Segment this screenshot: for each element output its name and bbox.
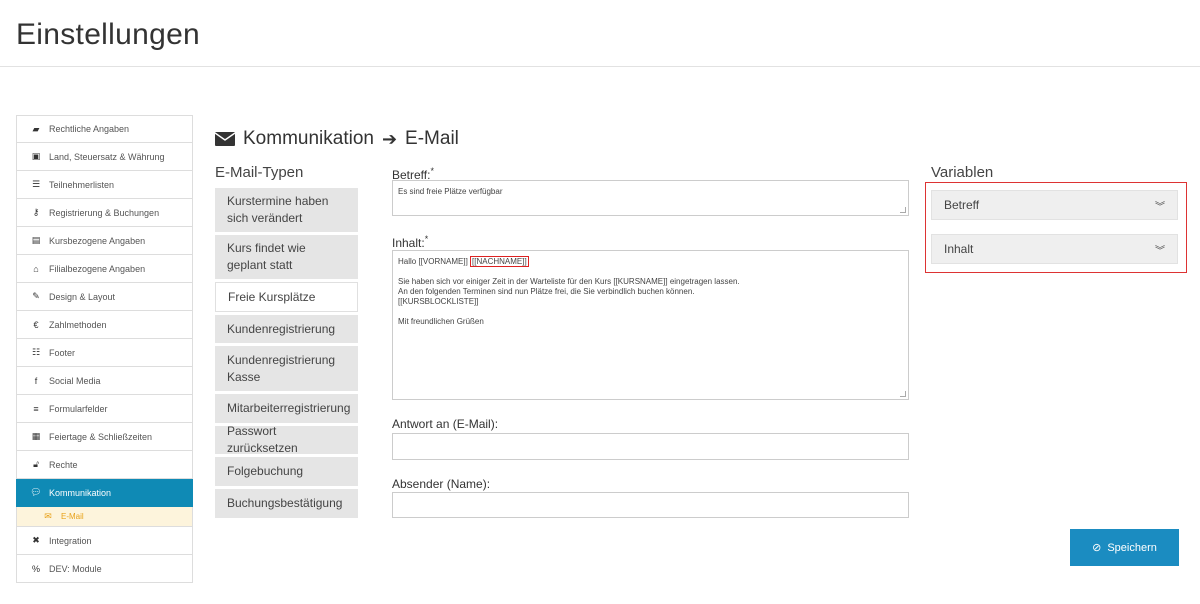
content-line: An den folgenden Terminen sind nun Plätz… xyxy=(398,287,695,296)
variables-title: Variablen xyxy=(931,164,994,181)
sidebar-item-design[interactable]: ✎ Design & Layout xyxy=(16,283,193,311)
comments-icon: 💬︎ xyxy=(30,487,42,497)
sidebar-item-kursbezogene[interactable]: ▤ Kursbezogene Angaben xyxy=(16,227,193,255)
sidebar-item-dev-module[interactable]: % DEV: Module xyxy=(16,555,193,583)
sender-label: Absender (Name): xyxy=(392,477,491,491)
sidebar-item-land-steuersatz[interactable]: ▣ Land, Steuersatz & Währung xyxy=(16,143,193,171)
email-type-item[interactable]: Buchungsbestätigung xyxy=(215,489,358,518)
subject-textarea[interactable]: Es sind freie Plätze verfügbar xyxy=(392,180,909,216)
envelope-icon: ✉ xyxy=(44,511,52,521)
resize-handle-icon[interactable] xyxy=(900,207,906,213)
euro-icon: € xyxy=(33,319,39,330)
title-divider xyxy=(0,66,1200,67)
variable-dropdown-betreff[interactable]: Betreff ︾ xyxy=(931,190,1178,220)
content-line: Mit freundlichen Grüßen xyxy=(398,317,484,326)
list-icon: ☰ xyxy=(31,179,41,189)
sidebar-item-rechte[interactable]: 🔓︎ Rechte xyxy=(16,451,193,479)
book-icon: ▰ xyxy=(32,123,40,134)
sidebar-item-feiertage[interactable]: ▦ Feiertage & Schließzeiten xyxy=(16,423,193,451)
money-icon: ▣ xyxy=(31,151,41,161)
arrow-right-icon: ➔ xyxy=(381,128,398,149)
sidebar-item-teilnehmerlisten[interactable]: ☰ Teilnehmerlisten xyxy=(16,171,193,199)
double-chevron-down-icon: ︾ xyxy=(1155,201,1165,213)
sidebar-item-zahlmethoden[interactable]: € Zahlmethoden xyxy=(16,311,193,339)
variable-dropdown-inhalt[interactable]: Inhalt ︾ xyxy=(931,234,1178,264)
content-line: [[KURSBLOCKLISTE]] xyxy=(398,297,479,306)
key-icon: ⚷ xyxy=(32,207,40,217)
reply-to-label: Antwort an (E-Mail): xyxy=(392,417,499,431)
email-type-item[interactable]: Kundenregistrierung xyxy=(215,315,358,343)
double-chevron-down-icon: ︾ xyxy=(1155,245,1165,257)
calendar-icon: ▦ xyxy=(31,431,41,441)
sidebar-item-registrierung[interactable]: ⚷ Registrierung & Buchungen xyxy=(16,199,193,227)
unlock-icon: 🔓︎ xyxy=(33,459,39,469)
email-type-item[interactable]: Kundenregistrierung Kasse xyxy=(215,346,358,391)
email-type-item[interactable]: Passwort zurücksetzen xyxy=(215,424,358,455)
settings-sidebar: ▰ Rechtliche Angaben ▣ Land, Steuersatz & … xyxy=(16,115,193,583)
content-greeting-line: Hallo [[VORNAME]] [[NACHNAME]] xyxy=(398,256,529,267)
card-icon: ▤ xyxy=(31,235,41,245)
sidebar-item-social-media[interactable]: f Social Media xyxy=(16,367,193,395)
email-type-item[interactable]: Folgebuchung xyxy=(215,457,358,486)
section-heading: Kommunikation ➔ E-Mail xyxy=(215,128,459,150)
form-icon: ≡ xyxy=(33,403,39,414)
sender-name-input[interactable] xyxy=(392,492,909,518)
email-type-item-active[interactable]: Freie Kursplätze xyxy=(215,282,358,312)
email-type-item[interactable]: Mitarbeiterregistrierung xyxy=(215,394,358,423)
section-title: Kommunikation xyxy=(243,128,374,149)
link-icon: % xyxy=(31,563,40,574)
nachname-highlight: [[NACHNAME]] xyxy=(470,256,529,267)
email-type-item[interactable]: Kurs findet wie geplant statt xyxy=(215,235,358,279)
email-types-list: Kurstermine haben sich verändert Kurs fi… xyxy=(215,188,358,521)
content-line: Sie haben sich vor einiger Zeit in der W… xyxy=(398,277,740,286)
facebook-icon: f xyxy=(34,375,38,386)
sidebar-item-footer[interactable]: ☷ Footer xyxy=(16,339,193,367)
sidebar-item-formularfelder[interactable]: ≡ Formularfelder xyxy=(16,395,193,423)
puzzle-icon: ✖ xyxy=(32,535,40,545)
brush-icon: ✎ xyxy=(32,291,40,301)
footer-icon: ☷ xyxy=(31,347,41,357)
envelope-icon xyxy=(215,132,235,146)
content-label: Inhalt:* xyxy=(392,234,429,250)
save-button[interactable]: ⊘ Speichern xyxy=(1070,529,1179,566)
content-line xyxy=(398,307,903,317)
content-textarea[interactable]: Hallo [[VORNAME]] [[NACHNAME]] Sie haben… xyxy=(392,250,909,400)
resize-handle-icon[interactable] xyxy=(900,391,906,397)
email-type-item[interactable]: Kurstermine haben sich verändert xyxy=(215,188,358,232)
home-icon: ⌂ xyxy=(33,263,39,274)
page-title: Einstellungen xyxy=(16,18,201,51)
sidebar-subitem-email[interactable]: ✉ E-Mail xyxy=(16,507,193,527)
check-circle-icon: ⊘ xyxy=(1092,542,1102,554)
email-types-title: E-Mail-Typen xyxy=(215,164,304,181)
section-subtitle: E-Mail xyxy=(405,128,459,149)
sidebar-item-kommunikation[interactable]: 💬︎ Kommunikation xyxy=(16,479,193,507)
sidebar-item-integration[interactable]: ✖ Integration xyxy=(16,527,193,555)
reply-to-input[interactable] xyxy=(392,433,909,460)
sidebar-item-filialbezogene[interactable]: ⌂ Filialbezogene Angaben xyxy=(16,255,193,283)
sidebar-item-rechtliche-angaben[interactable]: ▰ Rechtliche Angaben xyxy=(16,115,193,143)
